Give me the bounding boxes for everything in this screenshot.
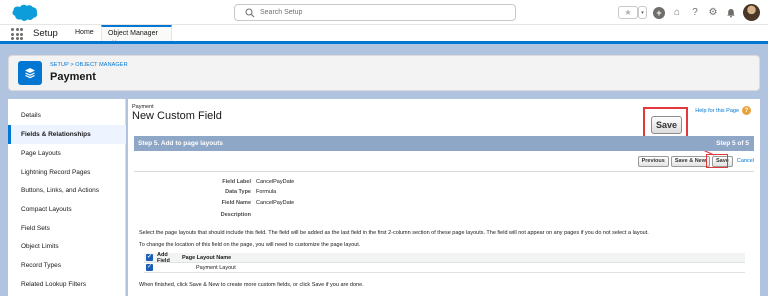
wizard-buttons: Previous Save & New Save Cancel [637, 155, 754, 167]
search-setup-input[interactable]: Search Setup [234, 4, 516, 21]
add-field-header: Add Field [156, 251, 170, 264]
chevron-down-icon[interactable]: ⌵ [112, 38, 117, 45]
sidebar-item-object-limits[interactable]: Object Limits [8, 237, 126, 256]
search-icon [245, 8, 255, 18]
sidebar-item-lightning-record-pages[interactable]: Lightning Record Pages [8, 163, 126, 182]
global-header: Search Setup ★ ▾ + ⌂ ? ⚙ [0, 0, 768, 25]
favorites-dropdown-icon[interactable]: ▾ [638, 6, 647, 19]
step-header-bar: Step 5. Add to page layouts Step 5 of 5 [134, 136, 754, 151]
sidebar-item-page-layouts[interactable]: Page Layouts [8, 144, 126, 163]
field-label-label: Field Label [222, 179, 251, 185]
save-and-new-button[interactable]: Save & New [670, 155, 711, 167]
app-name: Setup [33, 28, 58, 39]
page-layout-name: Payment Layout [196, 264, 236, 271]
help-question-icon: ? [742, 106, 751, 115]
help-icon[interactable]: ? [689, 7, 701, 19]
header-utility-icons: ★ ▾ + ⌂ ? ⚙ [618, 4, 760, 21]
description-label: Description [220, 212, 251, 218]
object-layers-icon [18, 61, 42, 85]
app-nav-bar: Setup Home Object Manager⌵ [0, 25, 768, 44]
sidebar-item-details[interactable]: Details [8, 106, 126, 125]
main-content: Payment New Custom Field Help for this P… [128, 99, 760, 296]
object-header: SETUP > OBJECT MANAGER Payment [8, 55, 760, 91]
page-title: New Custom Field [132, 110, 222, 122]
data-type-value: Formula [256, 189, 277, 195]
breadcrumb[interactable]: SETUP > OBJECT MANAGER [50, 62, 128, 68]
divider [134, 171, 754, 172]
tab-object-manager-label: Object Manager [108, 30, 158, 37]
page-layout-name-header: Page Layout Name [182, 254, 232, 261]
app-launcher-icon[interactable] [11, 28, 23, 40]
previous-button[interactable]: Previous [637, 155, 669, 167]
help-link-label: Help for this Page [695, 107, 739, 114]
tab-home[interactable]: Home [69, 25, 100, 41]
save-button-zoomed[interactable]: Save [651, 116, 682, 134]
field-name-value: CancelPayDate [256, 200, 295, 206]
data-type-label: Data Type [225, 189, 251, 195]
field-row-label: Field Label CancelPayDate [134, 179, 434, 188]
field-row-description: Description [134, 212, 434, 221]
favorites-star-icon[interactable]: ★ [618, 6, 638, 19]
sidebar-item-buttons-links-actions[interactable]: Buttons, Links, and Actions [8, 181, 126, 200]
step-title: Step 5. Add to page layouts [138, 140, 223, 147]
cancel-link[interactable]: Cancel [737, 158, 754, 164]
sidebar-item-fields-relationships[interactable]: Fields & Relationships [8, 125, 126, 144]
sidebar-item-related-lookup-filters[interactable]: Related Lookup Filters [8, 275, 126, 294]
instruction-text: Select the page layouts that should incl… [139, 230, 649, 236]
table-row: ✓ Payment Layout [144, 263, 745, 273]
object-title: Payment [50, 71, 96, 83]
object-sidebar: Details Fields & Relationships Page Layo… [8, 99, 126, 296]
sidebar-item-record-types[interactable]: Record Types [8, 256, 126, 275]
save-button-highlight [706, 154, 728, 168]
sidebar-item-field-sets[interactable]: Field Sets [8, 219, 126, 238]
instruction-text-2: To change the location of this field on … [139, 242, 361, 248]
tab-object-manager[interactable]: Object Manager⌵ [101, 25, 172, 44]
salesforce-logo-icon[interactable] [8, 3, 38, 23]
field-name-label: Field Name [221, 200, 251, 206]
page-layout-table: ✓ Add Field Page Layout Name ✓ Payment L… [144, 252, 745, 273]
field-row-data-type: Data Type Formula [134, 189, 434, 198]
help-for-this-page-link[interactable]: Help for this Page ? [695, 106, 751, 115]
trailhead-icon[interactable]: ⌂ [671, 7, 683, 19]
sidebar-item-compact-layouts[interactable]: Compact Layouts [8, 200, 126, 219]
bell-icon [727, 8, 735, 17]
footer-note: When finished, click Save & New to creat… [139, 282, 364, 288]
setup-gear-icon[interactable]: ⚙ [707, 7, 719, 19]
notifications-bell-icon[interactable] [725, 7, 737, 19]
payment-layout-checkbox[interactable]: ✓ [146, 264, 153, 271]
step-count: Step 5 of 5 [716, 140, 749, 147]
table-header: ✓ Add Field Page Layout Name [144, 252, 745, 264]
field-label-value: CancelPayDate [256, 179, 295, 185]
global-actions-add-icon[interactable]: + [653, 6, 665, 19]
search-placeholder: Search Setup [260, 9, 303, 16]
field-row-field-name: Field Name CancelPayDate [134, 200, 434, 209]
add-field-header-cell: ✓ Add Field [144, 252, 182, 264]
select-all-checkbox[interactable]: ✓ [146, 254, 153, 261]
add-field-cell: ✓ [144, 264, 182, 271]
user-avatar[interactable] [743, 4, 760, 21]
